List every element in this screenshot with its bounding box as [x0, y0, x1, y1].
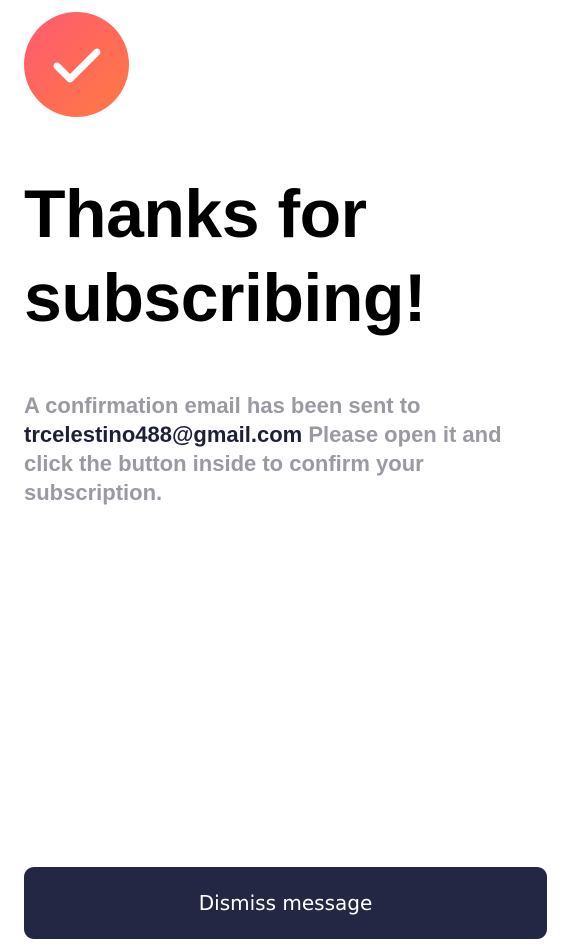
page-title: Thanks for subscribing!: [24, 176, 427, 336]
confirmation-message: A confirmation email has been sent to tr…: [24, 391, 544, 507]
dismiss-button[interactable]: Dismiss message: [24, 867, 547, 939]
checkmark-icon: [53, 48, 100, 82]
subscriber-email: trcelestino488@gmail.com: [24, 422, 303, 447]
success-badge: [24, 12, 129, 117]
message-intro: A confirmation email has been sent to: [24, 393, 421, 418]
